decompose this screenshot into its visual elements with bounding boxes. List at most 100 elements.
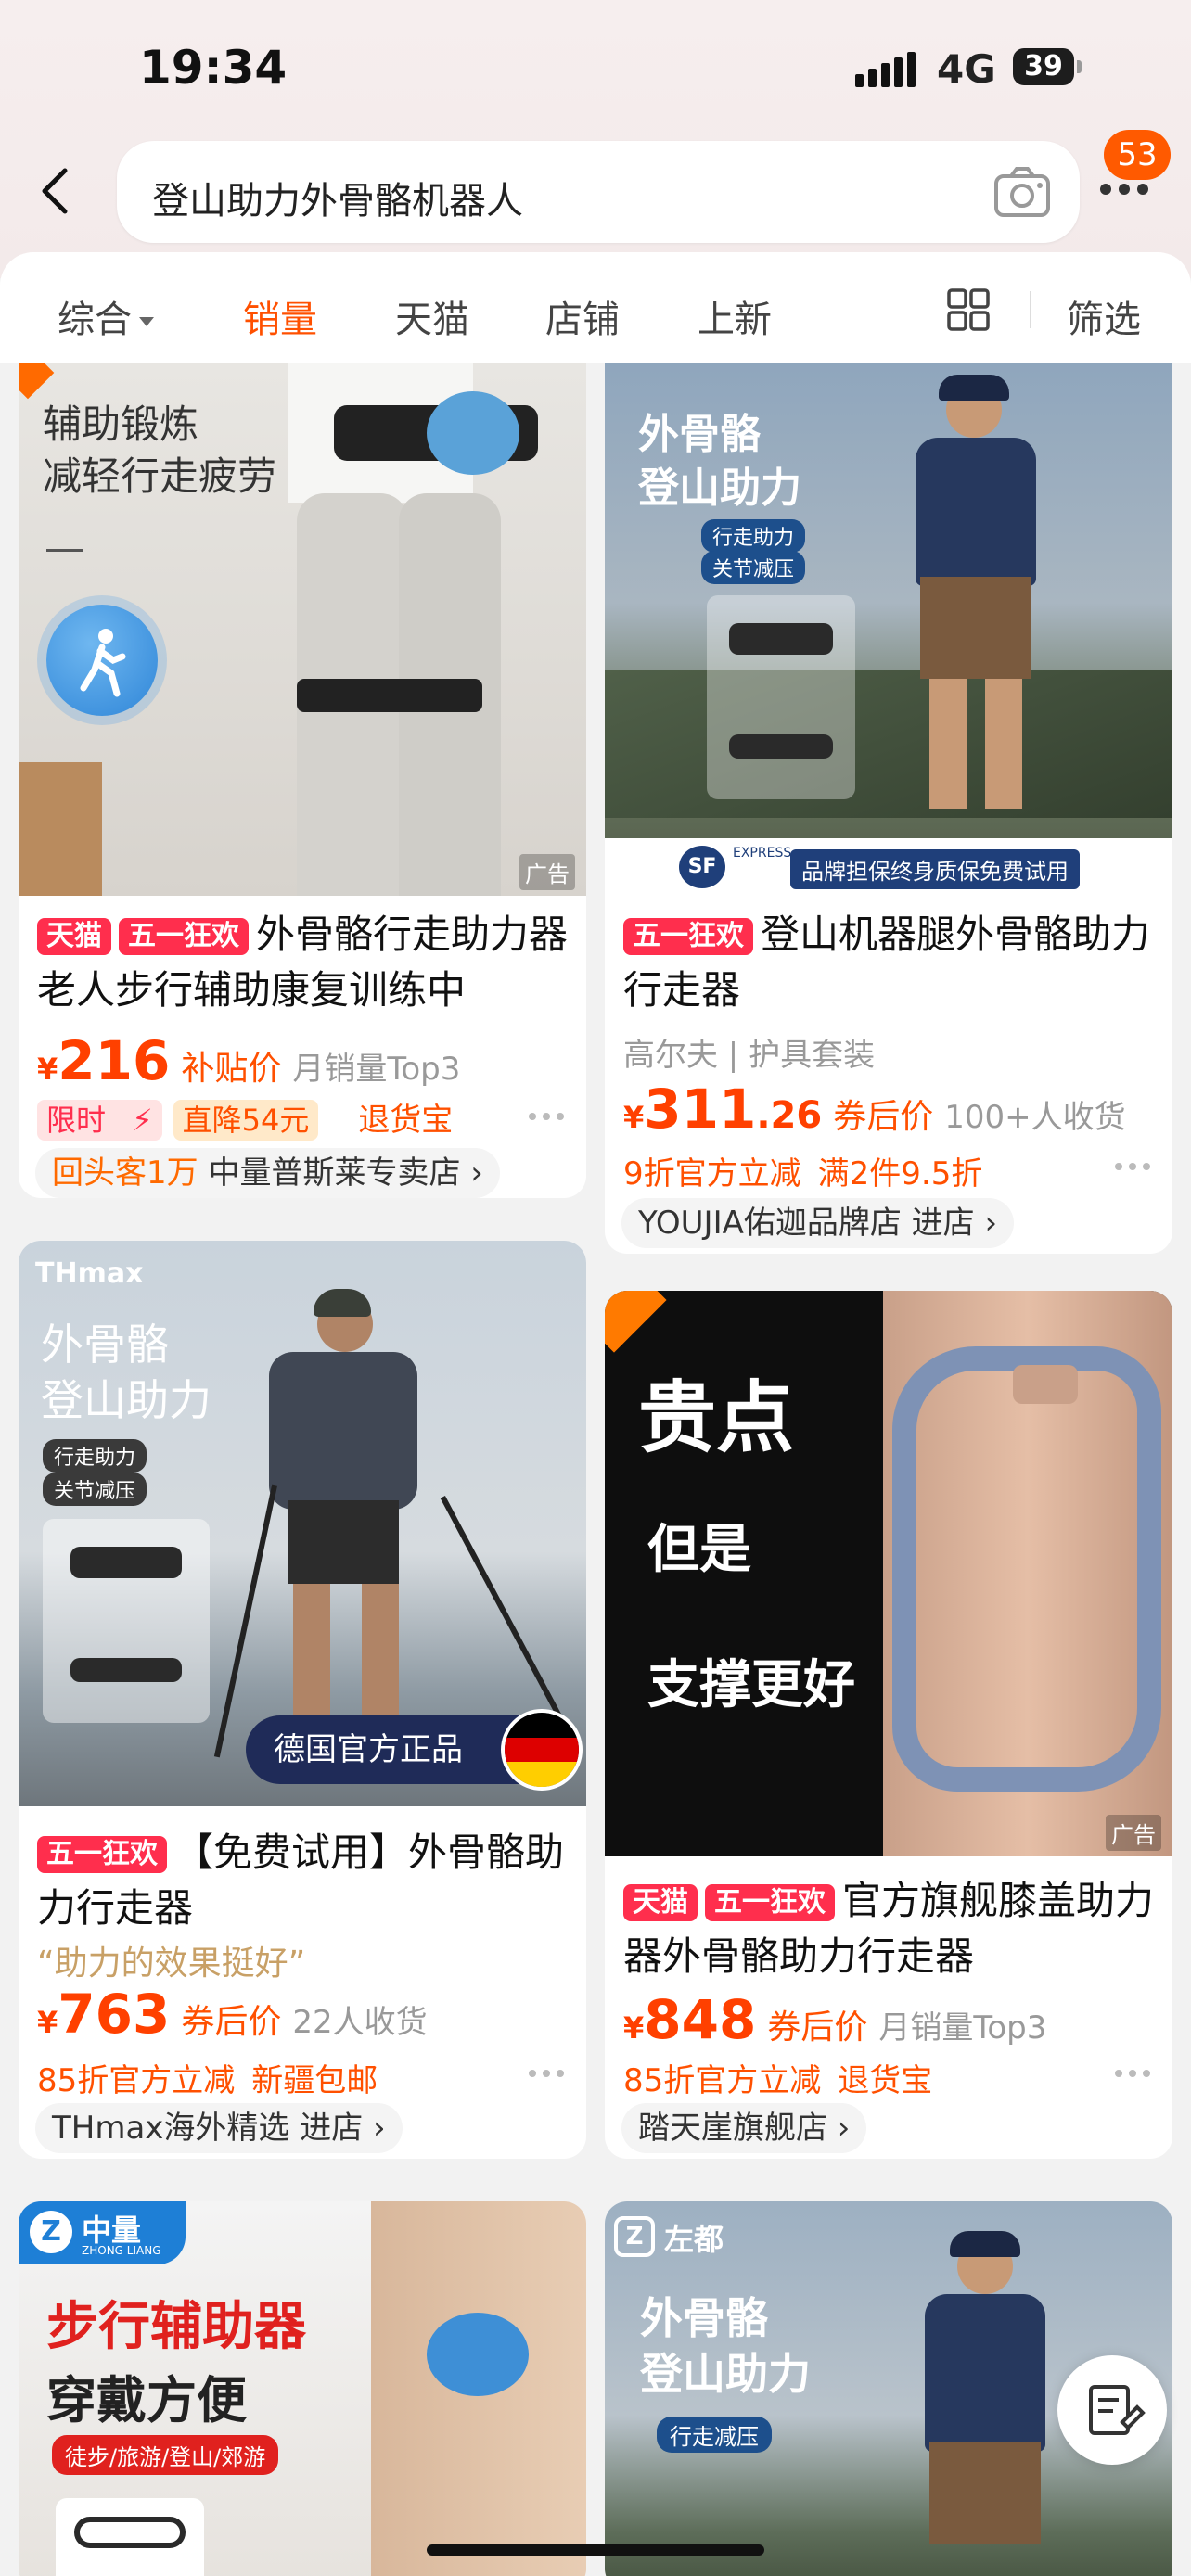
product-title[interactable]: 五一狂欢 【免费试用】外骨骼助力行走器 (37, 1825, 570, 1936)
image-caption: 外骨骼 登山助力 (638, 411, 801, 512)
message-badge[interactable]: 53 (1104, 130, 1171, 180)
signal-icon (855, 52, 916, 87)
product-title[interactable]: 五一狂欢 登山机器腿外骨骼助力行走器 (623, 907, 1156, 1018)
tab-tmall[interactable]: 天猫 (395, 289, 469, 343)
feature-chip: 关节减压 (43, 1473, 147, 1506)
product-image[interactable]: 外骨骼 登山助力 行走助力 关节减压 SF EXPRESS 品牌担保终身质保免费… (605, 363, 1172, 896)
image-caption: 外骨骼 登山助力 (41, 1320, 211, 1425)
tag-tmall: 天猫 (37, 918, 111, 955)
grid-view-icon[interactable] (946, 287, 991, 332)
tab-sales[interactable]: 销量 (243, 289, 317, 343)
product-image[interactable]: 辅助锻炼 减轻行走疲劳 广告 (19, 363, 586, 896)
motor-shape (427, 2313, 529, 2396)
hiker-leg-shape (985, 679, 1022, 809)
feedback-button[interactable] (1057, 2355, 1167, 2465)
walking-icon (46, 605, 158, 716)
promo-row: 限时 ⚡ 直降54元 退货宝 (37, 1094, 570, 1141)
product-card[interactable]: 外骨骼 登山助力 行走助力 关节减压 SF EXPRESS 品牌担保终身质保免费… (605, 363, 1172, 1254)
shop-link[interactable]: YOUJIA佑迦品牌店 进店 › (621, 1198, 1015, 1248)
motor-shape (427, 391, 519, 475)
feature-chip: 行走减压 (657, 2417, 772, 2453)
tag-promo: 五一狂欢 (37, 1836, 167, 1873)
tab-new[interactable]: 上新 (698, 289, 772, 343)
shop-link[interactable]: 踏天崖旗舰店 › (621, 2103, 867, 2153)
product-card[interactable]: 辅助锻炼 减轻行走疲劳 广告 天猫 五一狂欢 外骨骼行走助力器老人步行辅助康复训练中… (19, 363, 586, 1198)
ad-label: 广告 (1106, 1815, 1161, 1851)
trekking-pole-shape (440, 1495, 568, 1728)
stool-shape (19, 762, 102, 896)
product-image[interactable]: 贵点 但是 支撑更好 广告 (605, 1291, 1172, 1856)
tab-comprehensive[interactable]: 综合 (58, 289, 154, 343)
home-indicator[interactable] (427, 2544, 764, 2556)
device-preview (43, 1519, 210, 1723)
feature-chip: 行走助力 (43, 1439, 147, 1473)
more-options-icon[interactable] (1115, 2070, 1150, 2077)
tag-promo: 五一狂欢 (119, 918, 249, 955)
more-icon[interactable] (1100, 184, 1148, 195)
price-row: ¥216 补贴价 月销量Top3 (37, 1029, 461, 1092)
crown-badge-icon (605, 1291, 667, 1353)
mountain-shape (605, 670, 1172, 818)
brand-logo: THmax (35, 1257, 144, 1290)
price: 311 (644, 1078, 757, 1141)
price: 216 (58, 1029, 171, 1092)
status-time: 19:34 (139, 41, 288, 95)
hiker-shorts-shape (920, 577, 1031, 679)
feature-chip: 行走助力 (701, 519, 806, 553)
sort-tabs: 综合 销量 天猫 店铺 上新 筛选 (0, 252, 1191, 363)
back-arrow-icon[interactable] (37, 167, 74, 215)
shop-link[interactable]: THmax海外精选 进店 › (35, 2103, 403, 2153)
sales-count: 100+人收货 (944, 1099, 1126, 1136)
more-options-icon[interactable] (529, 1113, 564, 1120)
more-options-icon[interactable] (529, 2070, 564, 2077)
image-caption: 贵点 (638, 1372, 795, 1463)
product-card[interactable]: THmax 外骨骼 登山助力 行走助力 关节减压 德国官方正品 五一狂欢 【免费试… (19, 1241, 586, 2159)
camera-icon[interactable] (992, 163, 1052, 221)
hiker-leg-shape (293, 1584, 330, 1723)
product-title[interactable]: 天猫 五一狂欢 官方旗舰膝盖助力器外骨骼助力行走器 (623, 1873, 1156, 1984)
drop-badge: 直降54元 (173, 1100, 319, 1141)
filter-button[interactable]: 筛选 (1067, 289, 1141, 343)
network-type: 4G (937, 46, 996, 92)
more-options-icon[interactable] (1115, 1163, 1150, 1170)
cap-shape (950, 2231, 1020, 2257)
shop-link[interactable]: 回头客1万 中量普斯莱专卖店 › (35, 1148, 500, 1198)
hiker-shirt-shape (925, 2294, 1045, 2452)
product-image[interactable]: Z 中量 ZHONG LIANG 步行辅助器 穿戴方便 徒步/旅游/登山/郊游 (19, 2201, 586, 2576)
hiker-shirt-shape (916, 438, 1036, 586)
hiker-leg-shape (362, 1584, 399, 1723)
brand-logo: Z 中量 ZHONG LIANG (19, 2201, 186, 2264)
promo-row: 9折官方立减 满2件9.5折 (623, 1155, 983, 1192)
search-bar[interactable]: 登山助力外骨骼机器人 (117, 141, 1080, 243)
edit-note-icon (1089, 2385, 1146, 2435)
image-caption: 步行辅助器 (46, 2297, 306, 2357)
hiker-jacket-shape (269, 1352, 417, 1510)
image-banner: SF EXPRESS 品牌担保终身质保免费试用 (605, 838, 1172, 896)
tab-shops[interactable]: 店铺 (545, 289, 620, 343)
image-caption: 但是 (647, 1520, 751, 1580)
price-row: ¥763 券后价 22人收货 (37, 1983, 428, 2046)
product-card[interactable]: 贵点 但是 支撑更好 广告 天猫 五一狂欢 官方旗舰膝盖助力器外骨骼助力行走器 ¥8… (605, 1291, 1172, 2159)
tag-tmall: 天猫 (623, 1884, 698, 1921)
product-title[interactable]: 天猫 五一狂欢 外骨骼行走助力器老人步行辅助康复训练中 (37, 907, 570, 1018)
hiker-shorts-shape (929, 2442, 1041, 2544)
price-row: ¥848 券后价 月销量Top3 (623, 1988, 1047, 2051)
tag-promo: 五一狂欢 (705, 1884, 835, 1921)
sales-count: 月销量Top3 (292, 1051, 461, 1088)
price-row: ¥311.26 券后价 100+人收货 (623, 1078, 1126, 1141)
image-caption: 辅助锻炼 减轻行走疲劳 (43, 402, 277, 499)
hiker-leg-shape (929, 679, 967, 809)
tab-divider (1030, 291, 1031, 328)
product-card[interactable]: Z 中量 ZHONG LIANG 步行辅助器 穿戴方便 徒步/旅游/登山/郊游 (19, 2201, 586, 2576)
device-preview (56, 2498, 204, 2576)
caption-divider (46, 549, 83, 552)
image-caption: 穿戴方便 (46, 2371, 247, 2429)
search-input[interactable]: 登山助力外骨骼机器人 (152, 171, 523, 224)
price: 763 (58, 1983, 171, 2046)
product-image[interactable]: THmax 外骨骼 登山助力 行走助力 关节减压 德国官方正品 (19, 1241, 586, 1806)
caret-down-icon (139, 317, 154, 326)
tag-promo: 五一狂欢 (623, 918, 753, 955)
hiker-shorts-shape (288, 1500, 399, 1584)
status-bar: 19:34 4G 39 (0, 0, 1191, 139)
brand-logo: Z 左都 (614, 2211, 753, 2263)
